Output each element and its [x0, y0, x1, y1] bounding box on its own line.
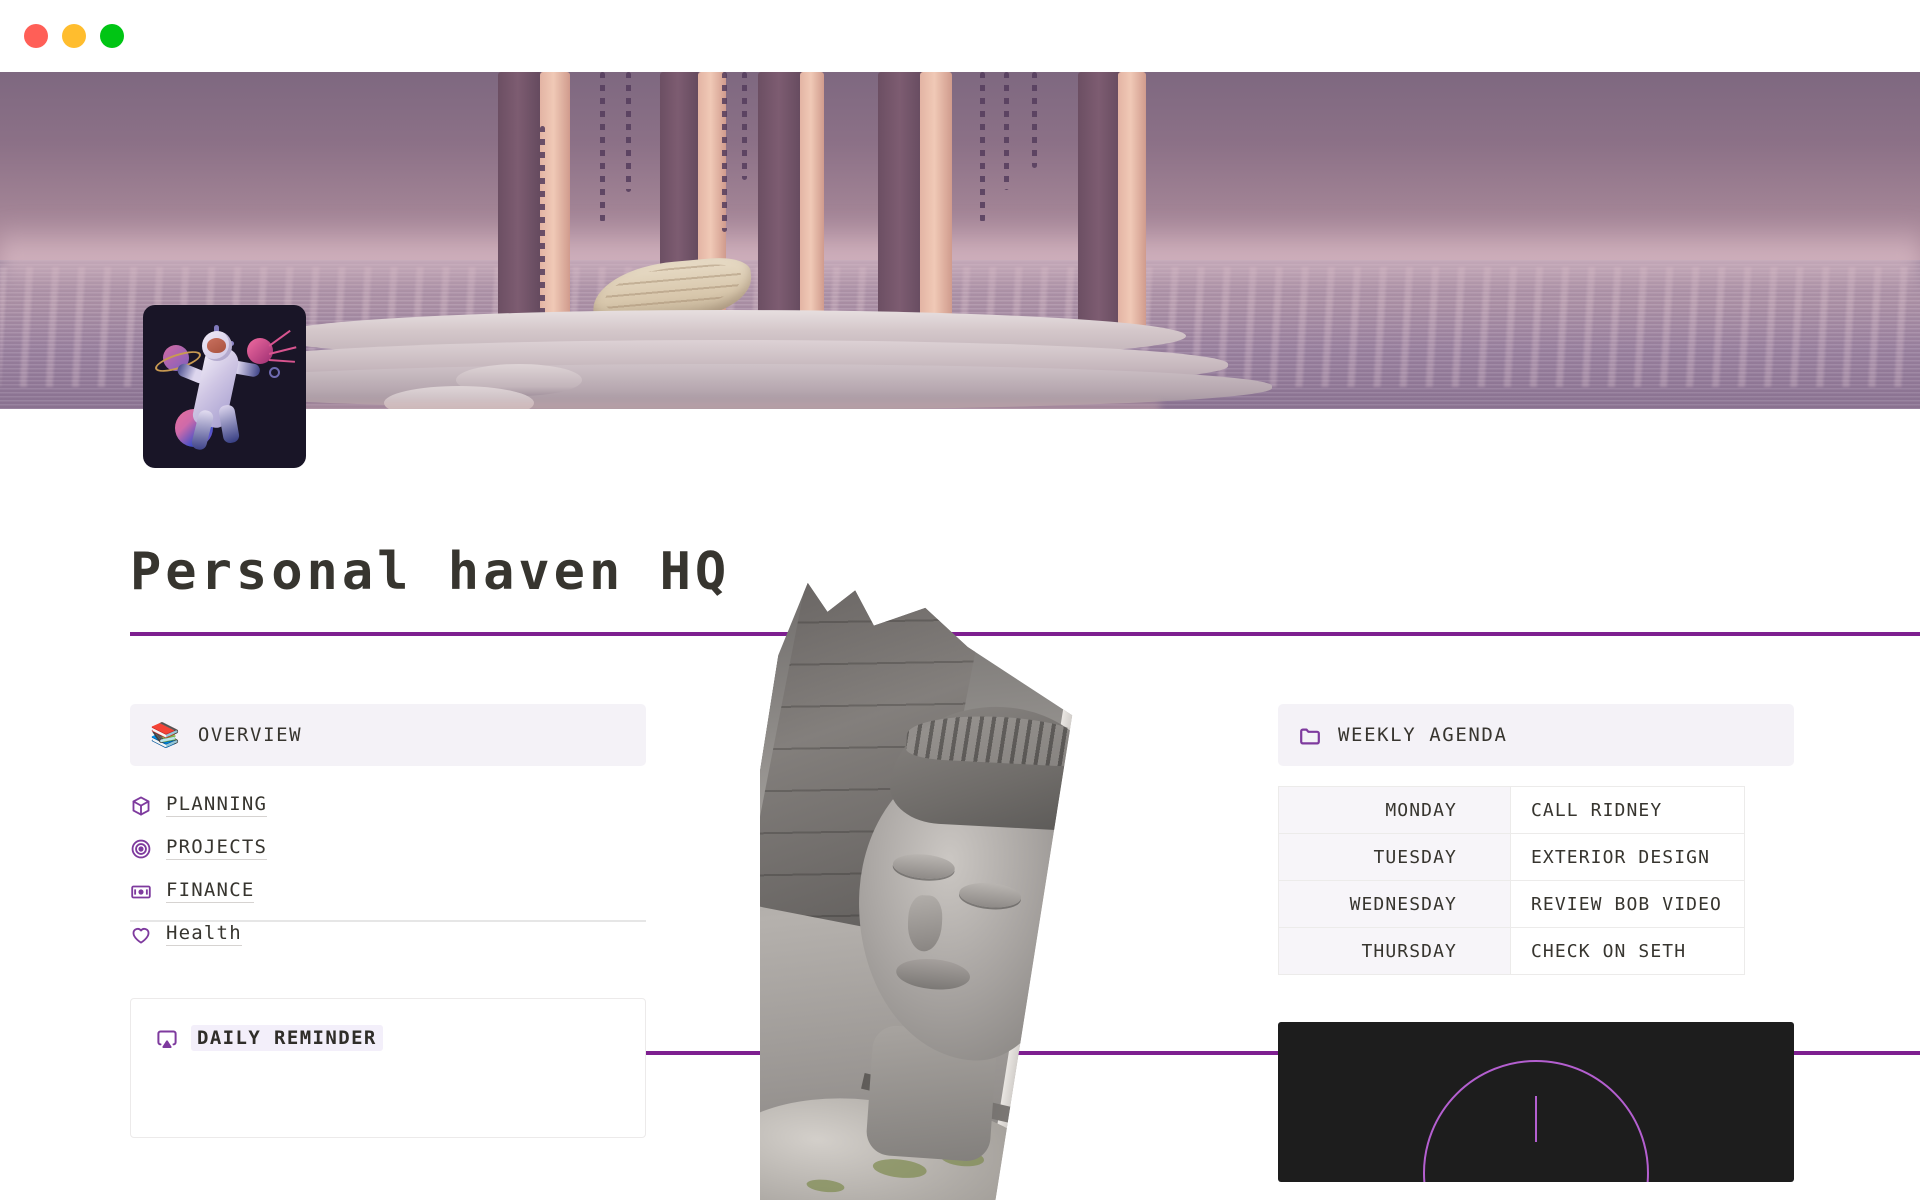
daily-reminder-header: DAILY REMINDER [155, 1025, 621, 1051]
heart-icon [130, 924, 152, 946]
timer-hand [1535, 1096, 1537, 1142]
cover-vine [540, 126, 545, 316]
astronaut-leg [217, 403, 241, 445]
satellite-antenna [268, 329, 291, 347]
page-title[interactable]: Personal haven HQ [130, 542, 730, 602]
sidebar-item-label: Health [166, 922, 242, 947]
column-left: 📚 OVERVIEW PLANNING PROJECTS FINANCE Hea… [130, 704, 646, 1138]
table-row[interactable]: MONDAY CALL RIDNEY [1278, 786, 1745, 834]
cover-column [1118, 72, 1146, 328]
table-row[interactable]: WEDNESDAY REVIEW BOB VIDEO [1278, 880, 1745, 928]
sidebar-item-planning[interactable]: PLANNING [130, 784, 646, 827]
window-titlebar [0, 0, 1920, 72]
sidebar-item-label: PLANNING [166, 793, 268, 818]
cover-horizon-haze [0, 222, 1920, 292]
overview-callout[interactable]: 📚 OVERVIEW [130, 704, 646, 766]
weekly-agenda-callout-label: WEEKLY AGENDA [1338, 724, 1508, 746]
statue-lips [895, 956, 971, 992]
table-row[interactable]: THURSDAY CHECK ON SETH [1278, 927, 1745, 975]
statue-neck [865, 1024, 998, 1162]
statue-beam [861, 1073, 1108, 1145]
column-right: WEEKLY AGENDA MONDAY CALL RIDNEY TUESDAY… [1278, 704, 1794, 1182]
sidebar-item-finance[interactable]: FINANCE [130, 870, 646, 913]
agenda-task-cell[interactable]: REVIEW BOB VIDEO [1510, 880, 1745, 928]
statue-nose [907, 894, 944, 952]
sidebar-item-label: FINANCE [166, 879, 255, 904]
cover-vine [1004, 72, 1009, 190]
box-icon [130, 795, 152, 817]
folder-icon [1298, 724, 1320, 746]
page-icon[interactable] [143, 305, 306, 468]
cover-vine [1032, 72, 1037, 168]
close-window-button[interactable] [24, 24, 48, 48]
maximize-window-button[interactable] [100, 24, 124, 48]
cover-vine [626, 72, 631, 192]
cover-column [878, 72, 926, 336]
statue-photo-frame [760, 580, 1086, 1200]
sidebar-item-label: PROJECTS [166, 836, 268, 861]
statue-headdress [888, 701, 1108, 832]
overview-link-list: PLANNING PROJECTS FINANCE Health [130, 784, 646, 956]
sidebar-item-projects[interactable]: PROJECTS [130, 827, 646, 870]
statue-eye [892, 852, 956, 881]
agenda-day-cell: MONDAY [1278, 786, 1511, 834]
moss-patch [806, 1178, 845, 1194]
target-icon [130, 838, 152, 860]
overview-callout-label: OVERVIEW [197, 724, 303, 746]
divider-purple-top [130, 632, 1920, 636]
cover-column [498, 72, 542, 334]
daily-reminder-card[interactable]: DAILY REMINDER [130, 998, 646, 1138]
cover-reflection [300, 402, 1160, 409]
agenda-day-cell: TUESDAY [1278, 833, 1511, 881]
cover-column [920, 72, 952, 338]
small-planet-icon [269, 367, 280, 378]
agenda-day-cell: WEDNESDAY [1278, 880, 1511, 928]
moss-patch [939, 1148, 984, 1169]
weekly-agenda-table: MONDAY CALL RIDNEY TUESDAY EXTERIOR DESI… [1278, 786, 1745, 975]
moss-patch [872, 1157, 928, 1181]
books-emoji: 📚 [150, 721, 180, 749]
statue-rock-base [760, 1084, 1059, 1200]
statue-photo-edge [976, 629, 1102, 1200]
agenda-day-cell: THURSDAY [1278, 927, 1511, 975]
cover-vine [742, 72, 747, 180]
satellite-antenna [268, 359, 295, 363]
agenda-task-cell[interactable]: EXTERIOR DESIGN [1510, 833, 1745, 881]
banknote-icon [130, 881, 152, 903]
cover-vine [980, 72, 985, 222]
weekly-agenda-callout[interactable]: WEEKLY AGENDA [1278, 704, 1794, 766]
cover-vine [722, 72, 727, 232]
cover-vine [600, 72, 605, 222]
cover-column [800, 72, 824, 334]
minimize-window-button[interactable] [62, 24, 86, 48]
cover-column [758, 72, 804, 332]
agenda-task-cell[interactable]: CALL RIDNEY [1510, 786, 1745, 834]
statue-image[interactable] [760, 572, 1200, 1200]
timer-card[interactable] [1278, 1022, 1794, 1182]
statue-eye [958, 881, 1022, 910]
table-row[interactable]: TUESDAY EXTERIOR DESIGN [1278, 833, 1745, 881]
daily-reminder-label: DAILY REMINDER [191, 1025, 383, 1051]
astronaut-visor [207, 338, 226, 353]
divider-left-column [130, 920, 646, 922]
airplay-icon [155, 1027, 177, 1049]
statue-face [851, 754, 1086, 1065]
agenda-task-cell[interactable]: CHECK ON SETH [1510, 927, 1745, 975]
